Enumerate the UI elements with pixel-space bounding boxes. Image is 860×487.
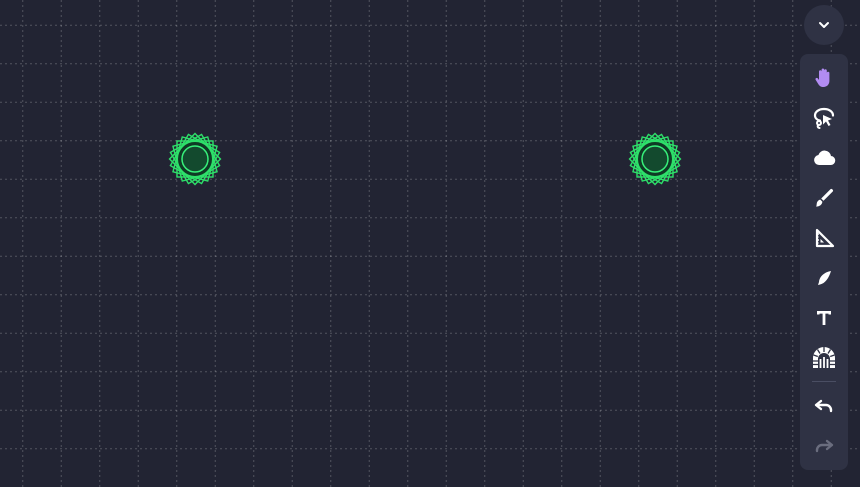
text-tool-button[interactable] [808, 302, 840, 334]
fog-tool-button[interactable] [808, 142, 840, 174]
dungeon-icon [813, 347, 835, 368]
redo-button[interactable] [808, 430, 840, 462]
pointer-tool-button[interactable] [808, 262, 840, 294]
quill-icon [818, 271, 831, 285]
measure-tool-button[interactable] [808, 222, 840, 254]
ruler-triangle-icon [815, 228, 835, 248]
redo-icon [815, 439, 834, 453]
move-tool-button[interactable] [808, 62, 840, 94]
map-canvas[interactable] [0, 0, 860, 487]
undo-icon [814, 399, 833, 413]
green-aura-token-icon [168, 132, 222, 186]
select-tool-button[interactable] [808, 102, 840, 134]
token-2[interactable] [619, 123, 691, 195]
dungeon-tool-button[interactable] [808, 342, 840, 374]
hand-icon [815, 68, 830, 87]
brush-icon [816, 189, 833, 207]
cloud-icon [814, 150, 836, 166]
tool-palette [800, 54, 848, 470]
green-aura-token-icon [628, 132, 682, 186]
collapse-toolbar-button[interactable] [804, 5, 844, 45]
token-1[interactable] [159, 123, 231, 195]
lasso-cursor-icon [813, 107, 835, 129]
draw-tool-button[interactable] [808, 182, 840, 214]
map-grid [0, 0, 860, 487]
undo-button[interactable] [808, 390, 840, 422]
text-icon [817, 311, 831, 325]
toolbar-divider [812, 381, 836, 382]
chevron-down-icon [819, 22, 829, 28]
